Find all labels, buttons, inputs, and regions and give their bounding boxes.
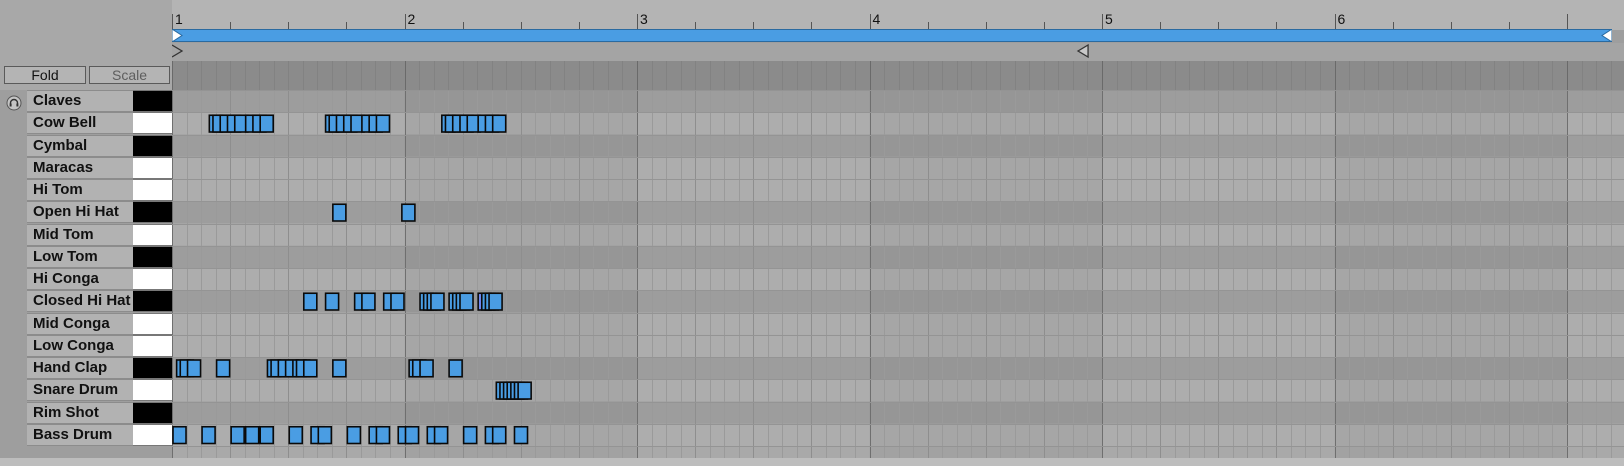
loop-start-flag[interactable] bbox=[172, 29, 183, 42]
midi-note[interactable] bbox=[448, 359, 463, 378]
midi-note[interactable] bbox=[459, 292, 474, 311]
midi-note[interactable] bbox=[361, 292, 376, 311]
piano-key[interactable] bbox=[133, 90, 172, 112]
pad-label-hand-clap[interactable]: Hand Clap bbox=[27, 357, 133, 379]
beat-time-ruler[interactable]: 1 2 3 4 5 6 bbox=[172, 0, 1624, 30]
midi-note[interactable] bbox=[244, 425, 260, 445]
pad-label-cow-bell[interactable]: Cow Bell bbox=[27, 112, 133, 135]
pad-label-maracas[interactable]: Maracas bbox=[27, 156, 133, 179]
midi-note[interactable] bbox=[332, 203, 347, 222]
midi-note[interactable] bbox=[419, 359, 434, 378]
scale-button[interactable]: Scale bbox=[89, 66, 170, 84]
piano-key[interactable] bbox=[133, 223, 172, 246]
midi-note[interactable] bbox=[491, 114, 507, 133]
midi-note[interactable] bbox=[172, 425, 187, 445]
midi-note[interactable] bbox=[302, 359, 318, 378]
midi-note[interactable] bbox=[462, 425, 478, 445]
midi-note[interactable] bbox=[404, 425, 420, 445]
piano-key[interactable] bbox=[133, 134, 172, 157]
left-header-panel: Fold Scale bbox=[0, 0, 172, 90]
piano-key[interactable] bbox=[133, 201, 172, 224]
midi-note[interactable] bbox=[375, 114, 391, 133]
midi-note[interactable] bbox=[513, 425, 529, 445]
piano-key[interactable] bbox=[133, 179, 172, 201]
drum-rack-keys: Claves Cow Bell Cymbal Maracas Hi Tom Open Hi… bbox=[0, 90, 172, 458]
pad-label-hi-tom[interactable]: Hi Tom bbox=[27, 179, 133, 201]
piano-key[interactable] bbox=[133, 290, 172, 313]
piano-key[interactable] bbox=[133, 112, 172, 135]
midi-note[interactable] bbox=[186, 359, 202, 378]
piano-key[interactable] bbox=[133, 268, 172, 290]
midi-note[interactable] bbox=[346, 425, 362, 445]
midi-note[interactable] bbox=[488, 292, 503, 311]
bar-number: 2 bbox=[407, 11, 416, 27]
piano-key[interactable] bbox=[133, 401, 172, 424]
grid-background bbox=[172, 90, 1624, 458]
piano-key[interactable] bbox=[133, 334, 172, 357]
scroll-strip[interactable] bbox=[0, 458, 1624, 466]
midi-note[interactable] bbox=[430, 292, 445, 311]
midi-note[interactable] bbox=[491, 425, 507, 445]
piano-key[interactable] bbox=[133, 357, 172, 379]
midi-note[interactable] bbox=[401, 203, 416, 222]
piano-key[interactable] bbox=[133, 423, 172, 446]
midi-note[interactable] bbox=[375, 425, 391, 445]
pad-label-closed-hi-hat[interactable]: Closed Hi Hat bbox=[27, 290, 133, 313]
midi-note[interactable] bbox=[433, 425, 449, 445]
pad-label-rim-shot[interactable]: Rim Shot bbox=[27, 401, 133, 424]
pad-label-open-hi-hat[interactable]: Open Hi Hat bbox=[27, 201, 133, 224]
midi-note[interactable] bbox=[215, 359, 231, 378]
midi-note-grid[interactable] bbox=[172, 90, 1624, 458]
pad-label-mid-tom[interactable]: Mid Tom bbox=[27, 223, 133, 246]
end-marker[interactable] bbox=[1076, 43, 1089, 59]
pad-label-hi-conga[interactable]: Hi Conga bbox=[27, 268, 133, 290]
midi-note[interactable] bbox=[259, 425, 275, 445]
pad-label-cymbal[interactable]: Cymbal bbox=[27, 134, 133, 157]
midi-note[interactable] bbox=[317, 425, 333, 445]
start-end-marker-strip[interactable] bbox=[171, 43, 1624, 61]
pad-label-low-conga[interactable]: Low Conga bbox=[27, 334, 133, 357]
midi-note[interactable] bbox=[230, 425, 245, 445]
start-marker[interactable] bbox=[171, 44, 184, 58]
midi-note[interactable] bbox=[201, 425, 216, 445]
bar-number: 3 bbox=[640, 11, 648, 27]
midi-note[interactable] bbox=[332, 359, 347, 378]
midi-note[interactable] bbox=[259, 114, 275, 133]
pad-label-snare-drum[interactable]: Snare Drum bbox=[27, 379, 133, 402]
velocity-header-strip bbox=[172, 61, 1624, 90]
pad-label-mid-conga[interactable]: Mid Conga bbox=[27, 312, 133, 335]
pad-label-bass-drum[interactable]: Bass Drum bbox=[27, 423, 133, 446]
fold-button[interactable]: Fold bbox=[4, 66, 86, 84]
pad-label-claves[interactable]: Claves bbox=[27, 90, 133, 112]
piano-key[interactable] bbox=[133, 156, 172, 179]
loop-brace[interactable] bbox=[172, 29, 1612, 42]
midi-note[interactable] bbox=[390, 292, 405, 311]
loop-end-flag[interactable] bbox=[1601, 29, 1612, 42]
bar-number: 4 bbox=[872, 11, 881, 27]
midi-note[interactable] bbox=[517, 381, 532, 400]
pad-label-low-tom[interactable]: Low Tom bbox=[27, 245, 133, 268]
bar-number: 5 bbox=[1105, 11, 1113, 27]
piano-key[interactable] bbox=[133, 245, 172, 268]
bar-number: 1 bbox=[175, 11, 183, 27]
bar-number: 6 bbox=[1337, 11, 1346, 27]
piano-key[interactable] bbox=[133, 379, 172, 402]
midi-note[interactable] bbox=[288, 425, 304, 445]
midi-note[interactable] bbox=[302, 292, 318, 311]
piano-key[interactable] bbox=[133, 312, 172, 335]
midi-note[interactable] bbox=[324, 292, 340, 311]
